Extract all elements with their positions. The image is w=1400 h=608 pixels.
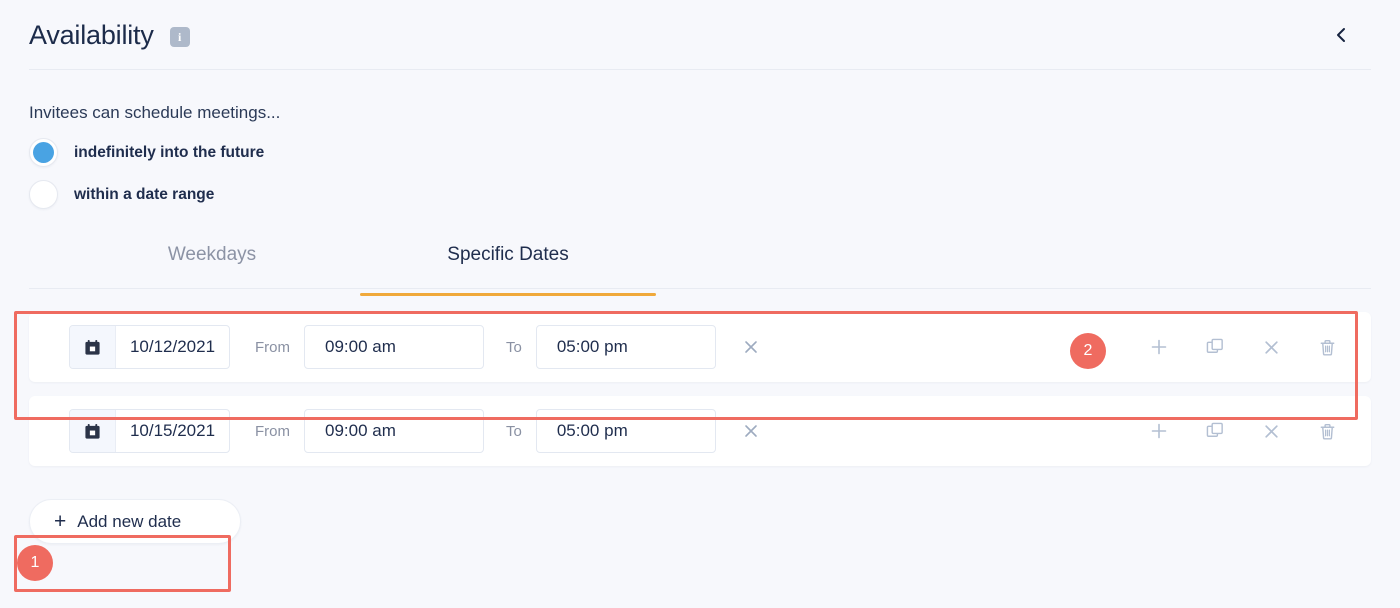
tab-weekdays[interactable]: Weekdays — [64, 235, 360, 288]
to-label-2: To — [506, 422, 522, 440]
plus-icon[interactable] — [1148, 420, 1170, 442]
plus-icon[interactable] — [1148, 336, 1170, 358]
close-icon[interactable] — [1260, 420, 1282, 442]
calendar-icon[interactable] — [70, 326, 116, 368]
row-actions-2 — [1148, 420, 1338, 442]
annotation-badge-2: 2 — [1070, 333, 1106, 369]
radio-label-date-range: within a date range — [74, 185, 215, 203]
specific-date-row-1[interactable]: 10/12/2021 From 09:00 am To 05:00 pm — [29, 312, 1371, 382]
specific-dates-list: 10/12/2021 From 09:00 am To 05:00 pm 10/… — [29, 312, 1371, 466]
row-gap — [29, 382, 1371, 396]
info-icon[interactable]: i — [169, 27, 190, 47]
plus-icon: + — [54, 510, 67, 533]
from-label-2: From — [255, 422, 290, 440]
close-icon[interactable] — [1260, 336, 1282, 358]
date-value-2[interactable]: 10/15/2021 — [116, 410, 229, 452]
date-input-group-1[interactable]: 10/12/2021 — [69, 325, 230, 369]
radio-option-date-range[interactable]: within a date range — [29, 180, 1371, 209]
to-time-input-1[interactable]: 05:00 pm — [535, 325, 716, 369]
add-new-date-wrap: + Add new date — [29, 499, 241, 544]
radio-label-indefinitely: indefinitely into the future — [74, 143, 265, 161]
radio-dot — [33, 142, 54, 163]
add-new-date-label: Add new date — [77, 512, 182, 531]
trash-icon[interactable] — [1316, 336, 1338, 358]
clear-time-range-icon-2[interactable] — [740, 420, 762, 442]
header-divider — [29, 69, 1371, 70]
date-input-group-2[interactable]: 10/15/2021 — [69, 409, 230, 453]
calendar-icon[interactable] — [70, 410, 116, 452]
radio-indicator-date-range[interactable] — [29, 180, 58, 209]
from-label-1: From — [255, 338, 290, 356]
trash-icon[interactable] — [1316, 420, 1338, 442]
schedule-prompt-label: Invitees can schedule meetings... — [29, 103, 281, 122]
radio-indicator-indefinitely[interactable] — [29, 138, 58, 167]
copy-icon[interactable] — [1204, 420, 1226, 442]
availability-content: Invitees can schedule meetings... indefi… — [0, 70, 1400, 544]
annotation-badge-1: 1 — [17, 545, 53, 581]
from-time-input-2[interactable]: 09:00 am — [304, 409, 484, 453]
clear-time-range-icon-1[interactable] — [740, 336, 762, 358]
page-title: Availability — [29, 19, 154, 50]
chevron-left-icon[interactable] — [1326, 20, 1356, 50]
copy-icon[interactable] — [1204, 336, 1226, 358]
date-value-1[interactable]: 10/12/2021 — [116, 326, 229, 368]
specific-date-row-2[interactable]: 10/15/2021 From 09:00 am To 05:00 pm — [29, 396, 1371, 466]
page-header: Availability i — [0, 0, 1400, 70]
to-label-1: To — [506, 338, 522, 356]
radio-option-indefinitely[interactable]: indefinitely into the future — [29, 138, 1371, 167]
to-time-input-2[interactable]: 05:00 pm — [535, 409, 716, 453]
add-new-date-button[interactable]: + Add new date — [29, 499, 241, 544]
availability-tabs: Weekdays Specific Dates — [29, 235, 1371, 296]
from-time-input-1[interactable]: 09:00 am — [304, 325, 484, 369]
row-actions-1 — [1148, 336, 1338, 358]
tab-specific-dates[interactable]: Specific Dates — [360, 235, 656, 296]
